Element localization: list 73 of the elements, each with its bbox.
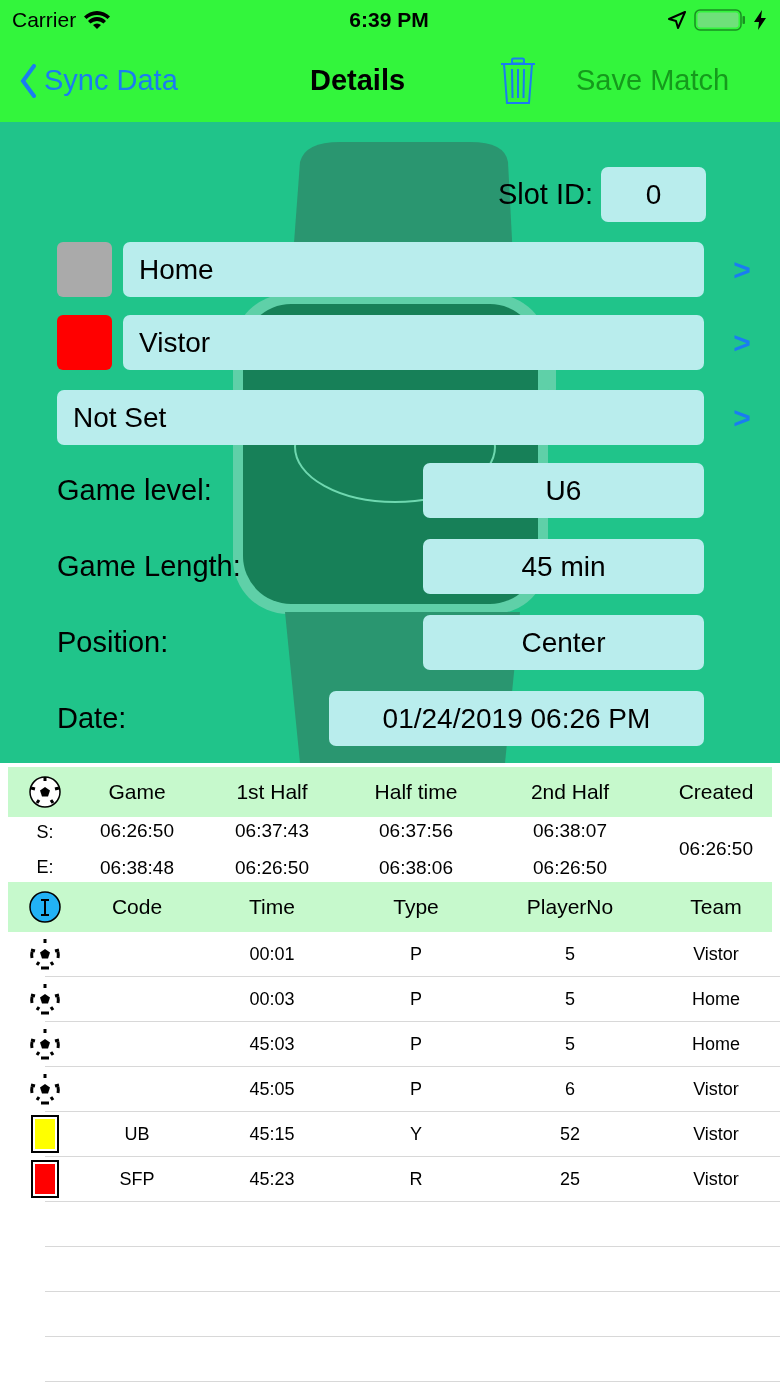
column-header: Type (392, 894, 440, 921)
value-field[interactable]: U6 (423, 463, 704, 518)
value-field[interactable]: 01/24/2019 06:26 PM (329, 691, 704, 746)
column-header: Code (110, 894, 164, 921)
screen-title: Details (310, 63, 407, 99)
table-cell-text: Vistor (692, 942, 740, 966)
column-header: Game (107, 779, 167, 806)
back-chevron-icon[interactable] (20, 64, 36, 98)
slot-id-label: Slot ID: (497, 176, 593, 212)
table-cell-text: R (408, 1167, 424, 1191)
table-cell-text: 25 (559, 1167, 581, 1191)
time-cell-text: 06:26:50 (100, 819, 174, 843)
value-field[interactable]: Center (423, 615, 704, 670)
table-cell-text: 00:01 (248, 942, 296, 966)
time-cell-text: 06:26:50 (533, 855, 607, 880)
table-cell-text: Vistor (692, 1077, 740, 1101)
column-header: Time (248, 894, 296, 921)
value-field[interactable]: 45 min (423, 539, 704, 594)
row-label: S: (36, 820, 54, 844)
time-cell-text: 06:37:43 (235, 819, 309, 843)
time-cell-text: 06:38:48 (100, 855, 174, 880)
team-name-field[interactable]: Vistor (123, 315, 704, 370)
table-cell-text: 45:23 (248, 1167, 296, 1191)
column-header: PlayerNo (525, 894, 615, 921)
column-header: 2nd Half (529, 779, 611, 806)
table-cell-text: Home (691, 1032, 741, 1056)
time-cell-text: 06:38:06 (379, 855, 453, 880)
selector-field[interactable]: Not Set (57, 390, 704, 445)
table-cell-text: Home (691, 987, 741, 1011)
info-icon (29, 891, 61, 923)
field-label: Game Length: (57, 548, 241, 584)
column-header: Team (689, 894, 743, 921)
battery-icon (694, 9, 746, 31)
table-cell-text: 45:05 (248, 1077, 296, 1101)
time-cell-text: 06:26:50 (235, 855, 309, 880)
field-label: Position: (57, 624, 169, 660)
trash-icon[interactable] (500, 57, 536, 105)
table-cell-text: 5 (564, 942, 576, 966)
charging-bolt-icon (754, 10, 766, 30)
table-cell-text: 5 (564, 1032, 576, 1056)
field-label: Date: (57, 700, 127, 736)
status-time: 6:39 PM (349, 7, 429, 34)
row-label: E: (36, 855, 54, 879)
table-cell-text: P (409, 987, 423, 1011)
time-cell-text: 06:37:56 (379, 819, 453, 843)
table-cell-text: P (409, 942, 423, 966)
slot-id-field[interactable]: 0 (601, 167, 706, 222)
table-cell-text: SFP (118, 1167, 156, 1191)
table-cell-text: P (409, 1077, 423, 1101)
carrier-name: Carrier (12, 7, 77, 34)
team-color-swatch[interactable] (57, 242, 112, 297)
table-cell-text: 45:15 (248, 1122, 296, 1146)
table-cell-text: 45:03 (248, 1032, 296, 1056)
column-header: 1st Half (235, 779, 309, 806)
table-cell-text: Vistor (692, 1122, 740, 1146)
team-name-field[interactable]: Home (123, 242, 704, 297)
table-cell-text: 00:03 (248, 987, 296, 1011)
location-arrow-icon (668, 11, 686, 29)
wifi-icon (84, 10, 111, 30)
team-color-swatch[interactable] (57, 315, 112, 370)
table-cell-text: 6 (564, 1077, 576, 1101)
table-cell-text: Y (409, 1122, 423, 1146)
soccer-ball-icon (29, 776, 61, 808)
table-cell-text: P (409, 1032, 423, 1056)
time-cell-text: 06:38:07 (533, 819, 607, 843)
table-cell-text: Vistor (692, 1167, 740, 1191)
table-cell-text: 5 (564, 987, 576, 1011)
table-cell-text: 52 (559, 1122, 581, 1146)
created-time: 06:26:50 (678, 837, 754, 862)
column-header: Half time (373, 779, 459, 806)
table-cell-text: UB (123, 1122, 151, 1146)
field-label: Game level: (57, 472, 212, 508)
column-header: Created (677, 779, 755, 806)
